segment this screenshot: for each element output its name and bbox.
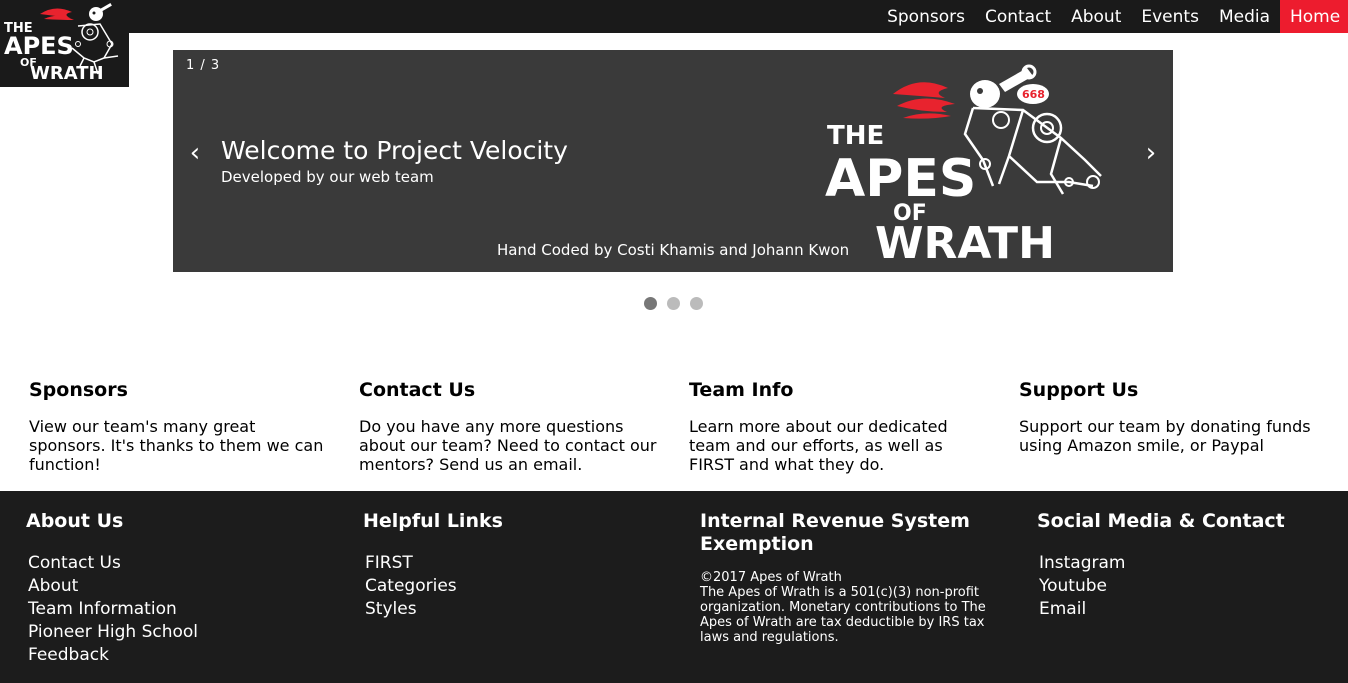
footer-heading: Internal Revenue System Exemption [700,510,1015,556]
hero-carousel: 1 / 3 ‹ Welcome to Project Velocity Deve… [173,50,1173,272]
feature-title[interactable]: Contact Us [359,378,659,402]
feature-sponsors: Sponsors View our team's many great spon… [29,378,329,474]
nav-events[interactable]: Events [1131,0,1209,33]
feature-text: Support our team by donating funds using… [1019,417,1311,455]
feature-support-us: Support Us Support our team by donating … [1019,378,1319,455]
feature-title[interactable]: Sponsors [29,378,329,402]
carousel-dots [644,297,703,310]
carousel-dot-1[interactable] [644,297,657,310]
svg-text:WRATH: WRATH [30,63,104,84]
footer-about-us: About Us Contact Us About Team Informati… [26,510,198,667]
footer-link-categories[interactable]: Categories [365,576,457,596]
svg-text:APES: APES [4,32,74,60]
footer-link-instagram[interactable]: Instagram [1039,553,1126,573]
irs-heading-line2: Exemption [700,533,814,555]
footer-helpful-links: Helpful Links FIRST Categories Styles [363,510,503,621]
footer-heading: Social Media & Contact [1037,510,1285,532]
nav-about[interactable]: About [1061,0,1131,33]
footer-link-about[interactable]: About [28,576,78,596]
footer-link-contact-us[interactable]: Contact Us [28,553,121,573]
site-logo[interactable]: THE APES OF WRATH [0,0,129,87]
irs-copyright: ©2017 Apes of Wrath [700,570,842,585]
carousel-dot-2[interactable] [667,297,680,310]
footer-link-feedback[interactable]: Feedback [28,645,109,665]
footer-heading: Helpful Links [363,510,503,532]
next-slide-arrow-icon[interactable]: › [1141,138,1161,168]
irs-text: ©2017 Apes of Wrath The Apes of Wrath is… [700,570,1015,645]
feature-title[interactable]: Support Us [1019,378,1319,402]
site-footer: About Us Contact Us About Team Informati… [0,491,1348,683]
nav-home[interactable]: Home [1280,0,1348,33]
svg-text:APES: APES [825,149,976,209]
slide-credit: Hand Coded by Costi Khamis and Johann Kw… [497,241,850,259]
feature-text: Do you have any more questions about our… [359,417,657,474]
footer-link-team-information[interactable]: Team Information [28,599,177,619]
main-nav: Sponsors Contact About Events Media Home [877,0,1348,33]
apes-of-wrath-slide-logo-icon: 668 THE APES OF WRATH [825,64,1102,264]
nav-sponsors[interactable]: Sponsors [877,0,975,33]
slide-subtitle: Developed by our web team [221,168,434,186]
slide-title: Welcome to Project Velocity [221,136,568,165]
feature-title[interactable]: Team Info [689,378,989,402]
irs-statement: The Apes of Wrath is a 501(c)(3) non-pro… [700,585,986,645]
feature-text: View our team's many great sponsors. It'… [29,417,324,474]
feature-text: Learn more about our dedicated team and … [689,417,948,474]
footer-link-first[interactable]: FIRST [365,553,413,573]
feature-team-info: Team Info Learn more about our dedicated… [689,378,989,474]
irs-heading-line1: Internal Revenue System [700,510,970,532]
prev-slide-arrow-icon[interactable]: ‹ [185,138,205,168]
slide-counter: 1 / 3 [186,58,221,73]
nav-media[interactable]: Media [1209,0,1280,33]
carousel-dot-3[interactable] [690,297,703,310]
footer-heading: About Us [26,510,124,532]
footer-social-media: Social Media & Contact Instagram Youtube… [1037,510,1285,621]
feature-contact-us: Contact Us Do you have any more question… [359,378,659,474]
top-navbar: Sponsors Contact About Events Media Home [0,0,1348,33]
svg-text:WRATH: WRATH [875,218,1055,264]
apes-of-wrath-logo-icon: THE APES OF WRATH [4,3,119,84]
footer-irs-exemption: Internal Revenue System Exemption ©2017 … [700,510,1015,645]
footer-link-youtube[interactable]: Youtube [1039,576,1107,596]
footer-link-styles[interactable]: Styles [365,599,417,619]
footer-link-email[interactable]: Email [1039,599,1086,619]
svg-text:668: 668 [1022,88,1045,101]
svg-text:THE: THE [827,121,884,151]
footer-link-pioneer-high-school[interactable]: Pioneer High School [28,622,198,642]
nav-contact[interactable]: Contact [975,0,1061,33]
